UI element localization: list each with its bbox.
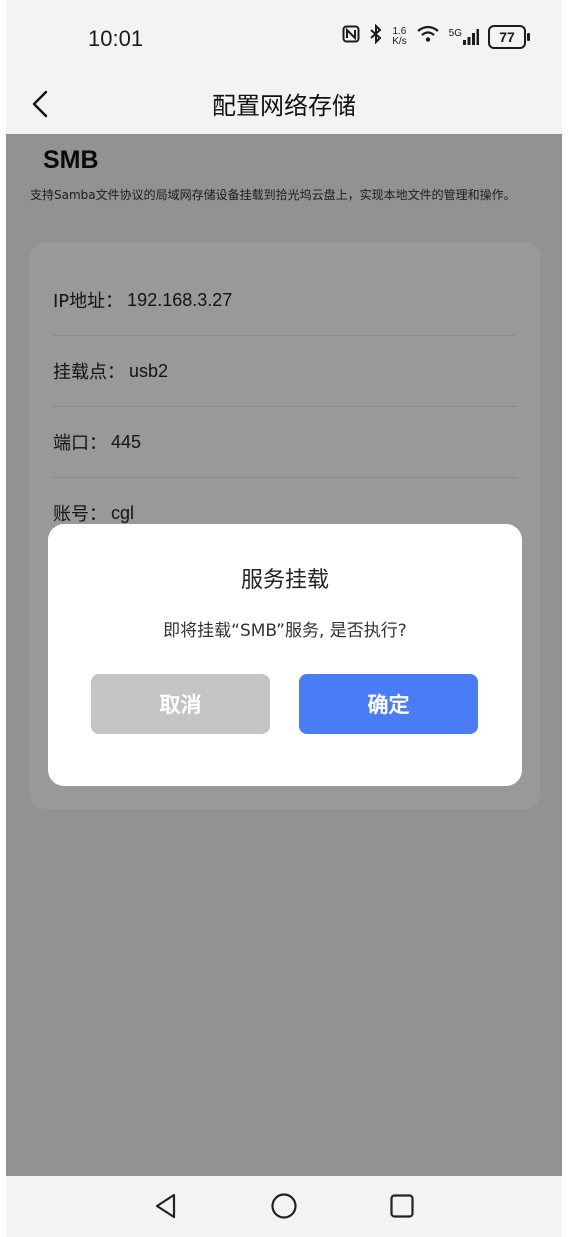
dialog-message: 即将挂载“SMB”服务, 是否执行? xyxy=(163,621,407,641)
phone-screen: 10:01 1.6 K/s 5G 77 配置网络存储 SMB 支持Samba文件… xyxy=(6,0,562,1237)
nav-home-icon xyxy=(271,1193,297,1219)
cancel-button[interactable]: 取消 xyxy=(91,674,270,734)
status-bar: 10:01 1.6 K/s 5G 77 xyxy=(6,0,562,72)
nav-recents-icon xyxy=(390,1194,414,1218)
confirm-button[interactable]: 确定 xyxy=(299,674,478,734)
status-icons: 1.6 K/s 5G 77 xyxy=(342,23,530,49)
nfc-icon xyxy=(342,25,360,48)
nav-home-button[interactable] xyxy=(270,1192,298,1220)
status-time: 10:01 xyxy=(88,26,144,51)
nav-back-icon xyxy=(155,1193,176,1219)
app-bar: 配置网络存储 xyxy=(6,72,562,134)
wifi-icon xyxy=(416,25,440,48)
system-nav-bar xyxy=(6,1176,562,1237)
mount-confirm-dialog: 服务挂载 即将挂载“SMB”服务, 是否执行? 取消 确定 xyxy=(48,524,522,786)
dialog-title: 服务挂载 xyxy=(240,568,329,593)
battery-icon: 77 xyxy=(488,24,530,49)
net-speed: 1.6 K/s xyxy=(392,25,407,47)
bluetooth-icon xyxy=(369,23,383,49)
nav-recents-button[interactable] xyxy=(388,1192,416,1220)
page-title: 配置网络存储 xyxy=(212,92,356,120)
nav-back-button[interactable] xyxy=(152,1192,180,1220)
cellular-signal-icon: 5G xyxy=(449,28,479,45)
